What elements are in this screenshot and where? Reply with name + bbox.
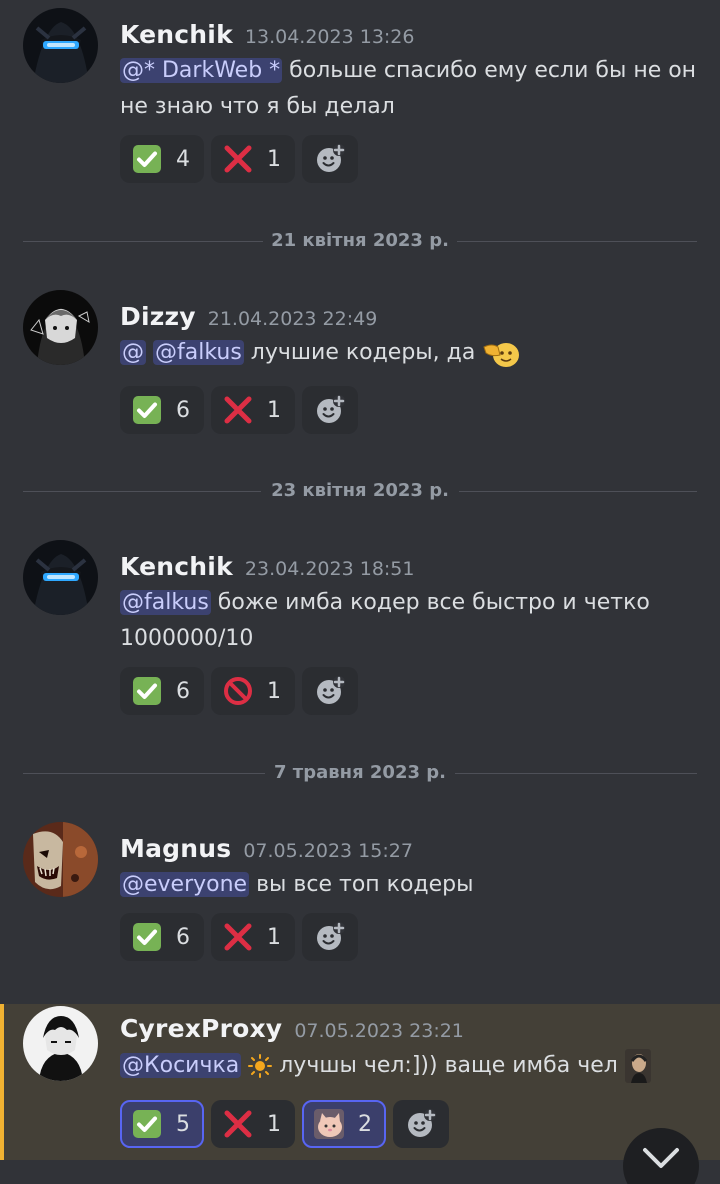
- cross-mark-icon: [223, 1109, 253, 1139]
- reaction-count: 1: [267, 146, 281, 172]
- add-reaction-icon: [315, 144, 345, 174]
- message-text: лучшие кодеры, да: [243, 340, 476, 365]
- add-reaction-icon: [406, 1109, 436, 1139]
- reaction-cross[interactable]: 1: [211, 135, 295, 183]
- date-divider: 21 квітня 2023 р.: [23, 229, 697, 253]
- reactions-bar: 6 1: [120, 913, 358, 961]
- reaction-check[interactable]: 6: [120, 386, 204, 434]
- check-mark-icon: [132, 395, 162, 425]
- avatar[interactable]: [23, 8, 98, 83]
- reaction-count: 1: [267, 1111, 281, 1137]
- no-entry-icon: [223, 676, 253, 706]
- date-divider-label: 7 травня 2023 р.: [274, 762, 446, 783]
- reactions-bar: 6 1: [120, 667, 358, 715]
- add-reaction-icon: [315, 395, 345, 425]
- message: Kenchik 23.04.2023 18:51 @falkus боже имб…: [0, 540, 720, 725]
- message: Magnus 07.05.2023 15:27 @everyone вы все …: [0, 822, 720, 972]
- username[interactable]: Kenchik: [120, 552, 233, 581]
- reaction-count: 1: [267, 924, 281, 950]
- reaction-count: 4: [176, 146, 190, 172]
- man-emoji-icon: [624, 1049, 651, 1083]
- avatar[interactable]: [23, 1006, 98, 1081]
- reaction-count: 6: [176, 924, 190, 950]
- cross-mark-icon: [223, 144, 253, 174]
- reaction-check[interactable]: 6: [120, 913, 204, 961]
- add-reaction-icon: [315, 676, 345, 706]
- message-content: @everyone вы все топ кодеры: [120, 867, 705, 903]
- message-text: лучшы чел:])) ваще имба чел: [272, 1053, 618, 1078]
- mention[interactable]: @Косичка: [120, 1053, 242, 1078]
- message-header: Magnus 07.05.2023 15:27: [120, 834, 413, 863]
- message-content: @* DarkWeb * больше спасибо ему если бы …: [120, 53, 705, 125]
- username[interactable]: Kenchik: [120, 20, 233, 49]
- username[interactable]: Dizzy: [120, 302, 196, 331]
- add-reaction-button[interactable]: [302, 386, 358, 434]
- reaction-no-entry[interactable]: 1: [211, 667, 295, 715]
- mention[interactable]: @falkus: [120, 590, 211, 615]
- reaction-count: 5: [176, 1111, 190, 1137]
- timestamp: 07.05.2023 15:27: [243, 840, 413, 862]
- username[interactable]: Magnus: [120, 834, 231, 863]
- message-header: Dizzy 21.04.2023 22:49: [120, 302, 377, 331]
- date-divider: 7 травня 2023 р.: [23, 761, 697, 785]
- timestamp: 21.04.2023 22:49: [207, 308, 378, 330]
- pointing-emoji-icon: [483, 343, 520, 367]
- mention[interactable]: @everyone: [120, 872, 250, 897]
- check-mark-icon: [132, 1109, 162, 1139]
- reaction-count: 1: [267, 397, 281, 423]
- mention[interactable]: @falkus: [153, 340, 244, 365]
- add-reaction-icon: [315, 922, 345, 952]
- date-divider-label: 21 квітня 2023 р.: [271, 230, 449, 251]
- username[interactable]: CyrexProxy: [120, 1014, 282, 1043]
- reaction-cross[interactable]: 1: [211, 1100, 295, 1148]
- date-divider-label: 23 квітня 2023 р.: [271, 480, 449, 501]
- mention[interactable]: @* DarkWeb *: [120, 58, 283, 83]
- reaction-check[interactable]: 6: [120, 667, 204, 715]
- reaction-count: 6: [176, 678, 190, 704]
- reaction-count: 1: [267, 678, 281, 704]
- avatar[interactable]: [23, 290, 98, 365]
- message-header: Kenchik 23.04.2023 18:51: [120, 552, 415, 581]
- reactions-bar: 5 1 2: [120, 1100, 449, 1148]
- check-mark-icon: [132, 144, 162, 174]
- add-reaction-button[interactable]: [393, 1100, 449, 1148]
- message-content: @ @falkus лучшие кодеры, да: [120, 335, 705, 371]
- reaction-check[interactable]: 5: [120, 1100, 204, 1148]
- cat-emoji-icon: [314, 1109, 344, 1139]
- avatar[interactable]: [23, 540, 98, 615]
- message-text: вы все топ кодеры: [249, 872, 474, 897]
- reactions-bar: 6 1: [120, 386, 358, 434]
- message-content: @Косичка лучшы чел:])) ваще имба чел: [120, 1048, 705, 1084]
- message-highlighted: CyrexProxy 07.05.2023 23:21 @Косичка лучш…: [0, 1004, 720, 1160]
- cross-mark-icon: [223, 922, 253, 952]
- sun-icon: [248, 1054, 273, 1078]
- timestamp: 23.04.2023 18:51: [244, 558, 415, 580]
- check-mark-icon: [132, 676, 162, 706]
- avatar[interactable]: [23, 822, 98, 897]
- reaction-cat[interactable]: 2: [302, 1100, 386, 1148]
- message-content: @falkus боже имба кодер все быстро и чет…: [120, 585, 705, 657]
- reactions-bar: 4 1: [120, 135, 358, 183]
- reaction-cross[interactable]: 1: [211, 913, 295, 961]
- message-header: CyrexProxy 07.05.2023 23:21: [120, 1014, 464, 1043]
- reaction-check[interactable]: 4: [120, 135, 204, 183]
- mention-prefix[interactable]: @: [120, 340, 146, 365]
- timestamp: 07.05.2023 23:21: [294, 1020, 464, 1042]
- message-header: Kenchik 13.04.2023 13:26: [120, 20, 415, 49]
- reaction-count: 6: [176, 397, 190, 423]
- timestamp: 13.04.2023 13:26: [244, 26, 415, 48]
- add-reaction-button[interactable]: [302, 913, 358, 961]
- reaction-count: 2: [358, 1111, 372, 1137]
- add-reaction-button[interactable]: [302, 135, 358, 183]
- chevron-down-icon: [643, 1148, 679, 1168]
- date-divider: 23 квітня 2023 р.: [23, 479, 697, 503]
- reaction-cross[interactable]: 1: [211, 386, 295, 434]
- add-reaction-button[interactable]: [302, 667, 358, 715]
- cross-mark-icon: [223, 395, 253, 425]
- message: Kenchik 13.04.2023 13:26 @* DarkWeb * бол…: [0, 8, 720, 193]
- check-mark-icon: [132, 922, 162, 952]
- message: Dizzy 21.04.2023 22:49 @ @falkus лучшие к…: [0, 290, 720, 440]
